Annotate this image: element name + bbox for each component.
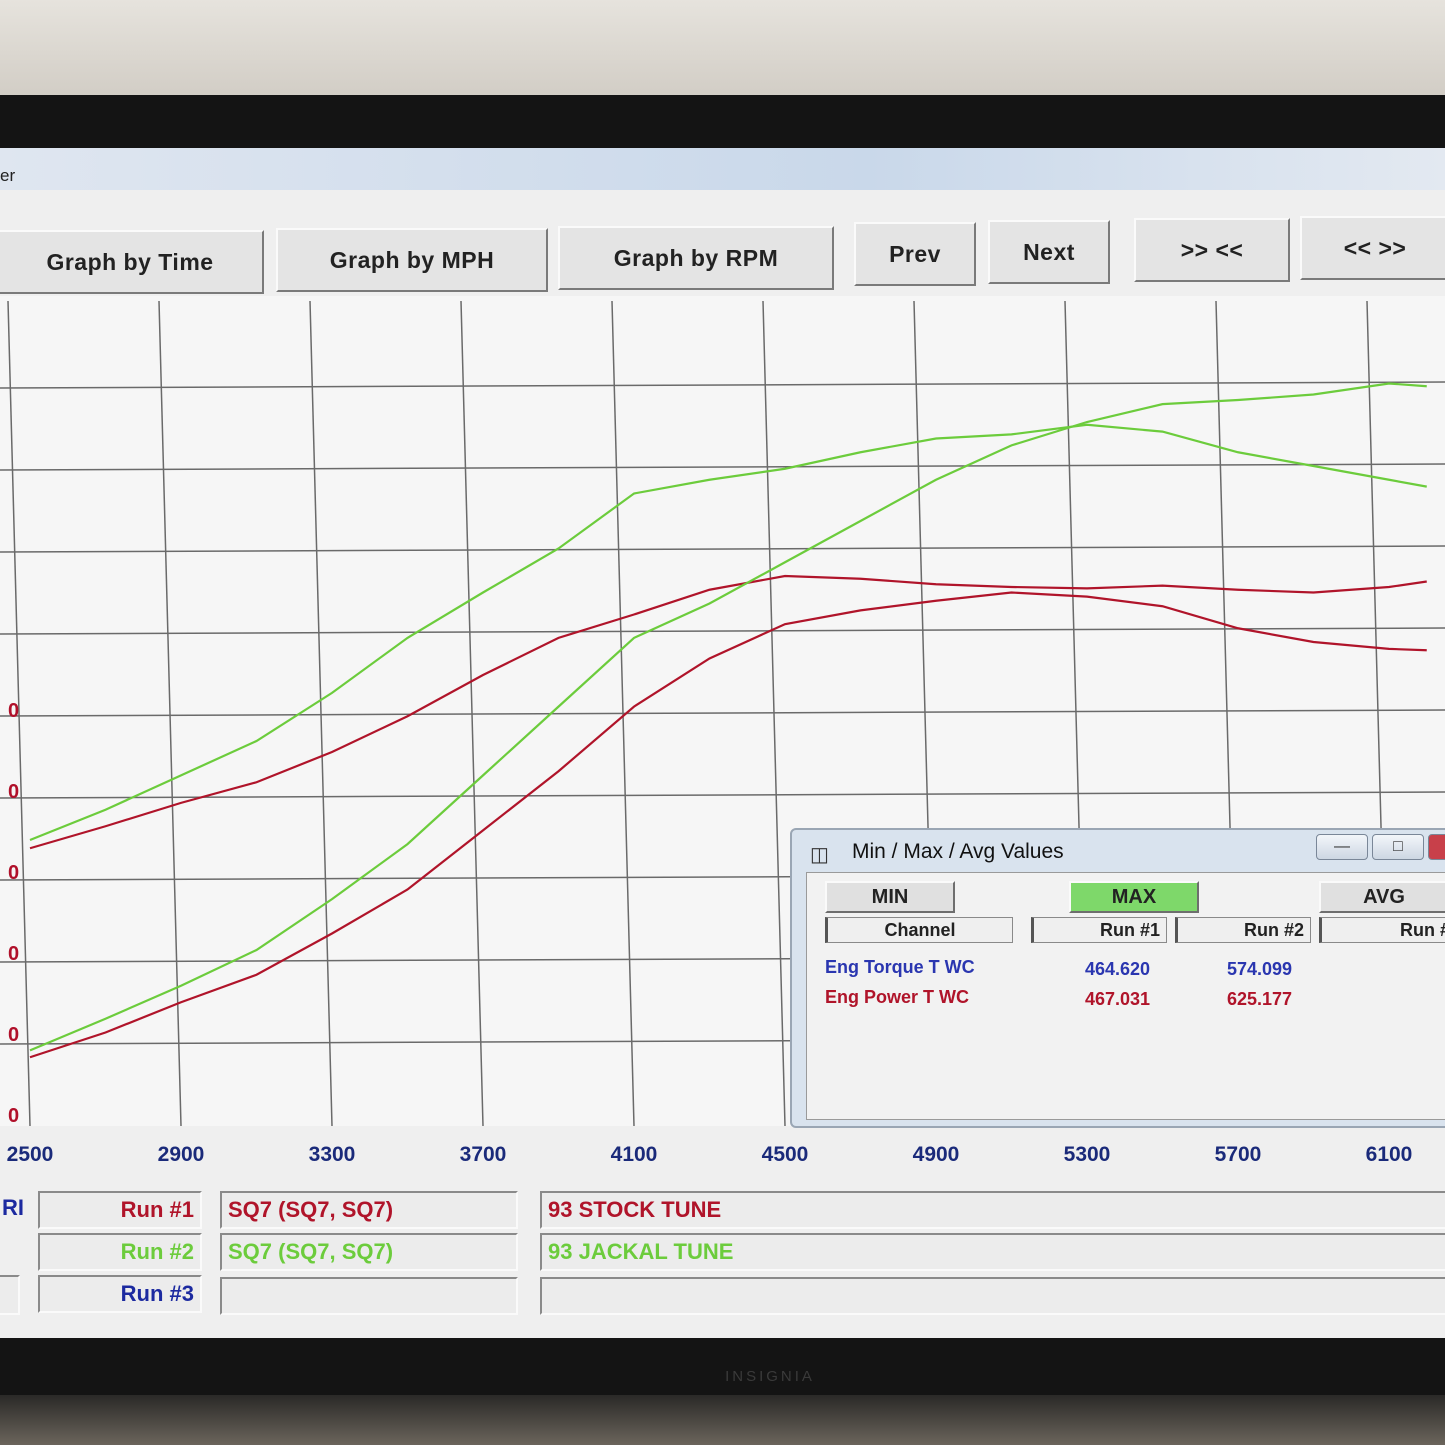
y-tick-label: 0 xyxy=(8,862,19,884)
legend-run3-label[interactable]: Run #3 xyxy=(38,1275,202,1313)
legend-left-box xyxy=(0,1275,20,1315)
graph-by-time-button[interactable]: Graph by Time xyxy=(0,230,264,294)
zoom-in-button[interactable]: >> << xyxy=(1134,218,1290,282)
x-tick-label: 3700 xyxy=(460,1143,507,1166)
title-bar: er xyxy=(0,148,1445,190)
screen: er Graph by Time Graph by MPH Graph by R… xyxy=(0,148,1445,1338)
row-power-run2: 625.177 xyxy=(1227,989,1293,1009)
row-torque-channel: Eng Torque T WC xyxy=(825,957,975,977)
x-tick-label: 5300 xyxy=(1064,1143,1111,1166)
x-tick-label: 6100 xyxy=(1366,1143,1413,1166)
x-tick-label: 2900 xyxy=(158,1143,205,1166)
y-tick-label: 0 xyxy=(8,700,19,722)
legend-run1-vehicle[interactable]: SQ7 (SQ7, SQ7) xyxy=(220,1191,518,1229)
x-axis-labels: 2500 2900 3300 3700 4100 4500 4900 5300 5700 6100 xyxy=(7,1143,1413,1166)
x-tick-label: 4500 xyxy=(762,1143,809,1166)
x-tick-label: 4100 xyxy=(611,1143,658,1166)
y-tick-label: 0 xyxy=(8,781,19,803)
window-icon: ◫ xyxy=(810,844,829,866)
row-power-run1: 467.031 xyxy=(1085,989,1151,1009)
background-wall xyxy=(0,0,1445,110)
x-tick-label: 4900 xyxy=(913,1143,960,1166)
legend-run3-vehicle[interactable] xyxy=(220,1277,518,1315)
min-max-avg-window[interactable]: ◫ Min / Max / Avg Values — □ ✕ MIN MAX A… xyxy=(790,828,1445,1128)
monitor-brand: INSIGNIA xyxy=(725,1368,815,1385)
minimize-icon[interactable]: — xyxy=(1316,834,1368,860)
min-max-avg-panel: MIN MAX AVG Channel Run #1 Run #2 Run #3… xyxy=(806,872,1445,1120)
header-run3[interactable]: Run #3 xyxy=(1319,917,1445,943)
x-tick-label: 3300 xyxy=(309,1143,356,1166)
legend-run1-note[interactable]: 93 STOCK TUNE xyxy=(540,1191,1445,1229)
row-torque-run1: 464.620 xyxy=(1085,959,1151,979)
graph-by-mph-button[interactable]: Graph by MPH xyxy=(276,228,548,292)
y-tick-label: 0 xyxy=(8,1105,19,1127)
row-power-channel: Eng Power T WC xyxy=(825,987,969,1007)
x-tick-label: 5700 xyxy=(1215,1143,1262,1166)
tab-avg[interactable]: AVG xyxy=(1319,881,1445,913)
x-tick-label: 2500 xyxy=(7,1143,54,1166)
min-max-avg-title: Min / Max / Avg Values xyxy=(852,840,1064,863)
y-tick-label: 0 xyxy=(8,1024,19,1046)
run-legend: RI Run #1 SQ7 (SQ7, SQ7) 93 STOCK TUNE R… xyxy=(0,1183,1445,1333)
graph-by-rpm-button[interactable]: Graph by RPM xyxy=(558,226,834,290)
legend-left-fragment: RI xyxy=(2,1195,24,1220)
row-torque-run2: 574.099 xyxy=(1227,959,1293,979)
maximize-icon[interactable]: □ xyxy=(1372,834,1424,860)
header-run2[interactable]: Run #2 xyxy=(1175,917,1311,943)
legend-run1-label[interactable]: Run #1 xyxy=(38,1191,202,1229)
next-button[interactable]: Next xyxy=(988,220,1110,284)
y-tick-label: 0 xyxy=(8,943,19,965)
legend-run2-label[interactable]: Run #2 xyxy=(38,1233,202,1271)
legend-run2-note[interactable]: 93 JACKAL TUNE xyxy=(540,1233,1445,1271)
close-icon[interactable]: ✕ xyxy=(1428,834,1445,860)
zoom-out-button[interactable]: << >> xyxy=(1300,216,1445,280)
prev-button[interactable]: Prev xyxy=(854,222,976,286)
tab-max[interactable]: MAX xyxy=(1069,881,1199,913)
tab-min[interactable]: MIN xyxy=(825,881,955,913)
monitor-stand-area xyxy=(0,1395,1445,1445)
legend-run3-note[interactable] xyxy=(540,1277,1445,1315)
window-title: er xyxy=(0,166,16,185)
header-channel[interactable]: Channel xyxy=(825,917,1013,943)
legend-run2-vehicle[interactable]: SQ7 (SQ7, SQ7) xyxy=(220,1233,518,1271)
header-run1[interactable]: Run #1 xyxy=(1031,917,1167,943)
